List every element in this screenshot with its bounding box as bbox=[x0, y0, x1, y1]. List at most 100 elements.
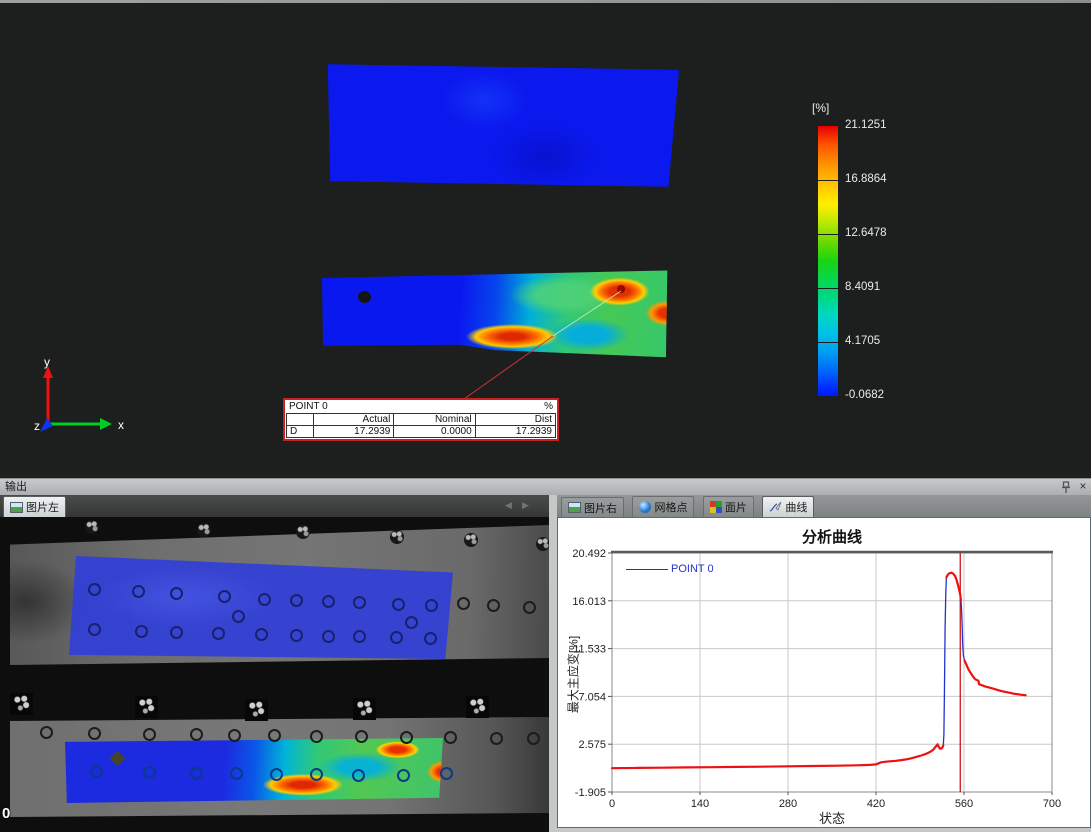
curve-icon bbox=[769, 501, 782, 513]
dot-marker bbox=[400, 731, 413, 744]
tab-facets[interactable]: 面片 bbox=[703, 496, 754, 517]
coded-target bbox=[85, 520, 99, 534]
coded-target-square bbox=[135, 696, 158, 718]
row-label: D bbox=[287, 426, 314, 438]
point0-table-unit: % bbox=[544, 401, 553, 413]
point0-marker[interactable] bbox=[617, 285, 625, 293]
colorbar-tick-label: -0.0682 bbox=[845, 389, 884, 401]
image-icon bbox=[10, 502, 23, 513]
camera-image-left[interactable]: 0 bbox=[0, 517, 549, 832]
bottom-dock: 图片左 ◀ ▶ 0 图片右 bbox=[0, 495, 1091, 832]
frame-index-label: 0 bbox=[2, 805, 10, 822]
dot-marker bbox=[143, 766, 156, 779]
dot-marker bbox=[90, 765, 103, 778]
strain-overlay-lower bbox=[65, 738, 443, 803]
dot-marker bbox=[290, 629, 303, 642]
specimen-top-strain-map bbox=[326, 63, 679, 188]
dot-marker bbox=[322, 595, 335, 608]
dot-marker bbox=[487, 599, 500, 612]
dot-marker bbox=[270, 768, 283, 781]
dot-marker bbox=[290, 594, 303, 607]
tab-image-left-label: 图片左 bbox=[26, 499, 59, 515]
point0-table-title: POINT 0 bbox=[289, 401, 328, 413]
dot-marker bbox=[228, 729, 241, 742]
dot-marker bbox=[310, 730, 323, 743]
dot-marker bbox=[258, 593, 271, 606]
right-tab-strip: 图片右 网格点 面片 曲线 bbox=[557, 495, 1091, 517]
tab-facets-label: 面片 bbox=[725, 499, 747, 515]
coded-target bbox=[197, 523, 211, 537]
tab-scroll-left-icon[interactable]: ◀ bbox=[505, 500, 512, 511]
close-icon[interactable]: × bbox=[1077, 479, 1089, 495]
tab-curve[interactable]: 曲线 bbox=[762, 496, 814, 517]
value-nominal: 0.0000 bbox=[394, 426, 475, 438]
colorbar-tick-line bbox=[818, 288, 838, 289]
point0-annotation-table: POINT 0 % Actual Nominal Dist D 17.2939 … bbox=[283, 398, 559, 441]
colorbar-tick-line bbox=[818, 180, 838, 181]
image-icon bbox=[568, 502, 581, 513]
left-image-panel: 图片左 ◀ ▶ 0 bbox=[0, 495, 549, 832]
specimen-hole bbox=[358, 291, 371, 303]
dot-marker bbox=[230, 767, 243, 780]
viewport-3d[interactable]: [%] 21.125116.886412.64788.40914.1705-0.… bbox=[0, 0, 1091, 478]
dot-marker bbox=[353, 630, 366, 643]
chart-x-axis-label: 状态 bbox=[612, 808, 1052, 827]
grid-points-icon bbox=[639, 501, 651, 513]
tab-curve-label: 曲线 bbox=[785, 499, 807, 515]
tab-scroll-right-icon[interactable]: ▶ bbox=[522, 500, 529, 511]
colorbar bbox=[818, 126, 838, 396]
col-header-actual: Actual bbox=[314, 414, 394, 426]
colorbar-tick-label: 16.8864 bbox=[845, 173, 887, 185]
axis-x-label: x bbox=[118, 418, 124, 432]
coded-target-square bbox=[466, 696, 489, 718]
plot-border bbox=[612, 553, 1052, 792]
dot-marker bbox=[190, 767, 203, 780]
dot-marker bbox=[190, 728, 203, 741]
dot-marker bbox=[170, 587, 183, 600]
analysis-chart[interactable]: 分析曲线 最大主应变[%] 状态 POINT 0 014028042056070… bbox=[557, 517, 1091, 828]
dot-marker bbox=[212, 627, 225, 640]
axis-y-label: y bbox=[44, 356, 50, 369]
dot-marker bbox=[425, 599, 438, 612]
dot-marker bbox=[132, 585, 145, 598]
coded-target bbox=[464, 533, 478, 547]
dot-marker bbox=[352, 769, 365, 782]
dot-marker bbox=[268, 729, 281, 742]
tab-grid-points[interactable]: 网格点 bbox=[632, 496, 694, 517]
dot-marker bbox=[355, 730, 368, 743]
colorbar-tick-label: 12.6478 bbox=[845, 227, 887, 239]
y-tick-label: 20.492 bbox=[572, 548, 606, 560]
dot-marker bbox=[457, 597, 470, 610]
dot-marker bbox=[218, 590, 231, 603]
legend-series-name: POINT 0 bbox=[671, 563, 714, 575]
window-top-strip bbox=[0, 0, 1091, 3]
dot-marker bbox=[88, 727, 101, 740]
value-actual: 17.2939 bbox=[314, 426, 394, 438]
col-header-nominal: Nominal bbox=[394, 414, 475, 426]
axis-z-label: z bbox=[34, 419, 40, 433]
coded-target bbox=[536, 537, 549, 551]
dot-marker bbox=[490, 732, 503, 745]
chart-y-axis-label: 最大主应变[%] bbox=[565, 600, 582, 750]
output-panel-title: 输出 bbox=[5, 479, 27, 495]
dot-marker bbox=[440, 767, 453, 780]
series-line-measured bbox=[946, 573, 961, 600]
tab-image-right[interactable]: 图片右 bbox=[561, 497, 624, 518]
left-tab-strip: 图片左 ◀ ▶ bbox=[0, 495, 549, 517]
col-header-dist: Dist bbox=[475, 414, 555, 426]
dot-marker bbox=[88, 623, 101, 636]
specimen-bottom-strain-map bbox=[322, 270, 668, 360]
colorbar-tick-line bbox=[818, 234, 838, 235]
dot-marker bbox=[255, 628, 268, 641]
dot-marker bbox=[523, 601, 536, 614]
colorbar-tick-label: 21.1251 bbox=[845, 119, 887, 131]
coded-target-square bbox=[245, 699, 268, 721]
dot-marker bbox=[397, 769, 410, 782]
coded-target-square bbox=[10, 693, 33, 715]
dot-marker bbox=[444, 731, 457, 744]
y-tick-label: 7.054 bbox=[578, 691, 606, 703]
tab-image-left[interactable]: 图片左 bbox=[3, 496, 66, 517]
pin-icon[interactable] bbox=[1060, 481, 1072, 494]
chart-legend: POINT 0 bbox=[626, 563, 714, 575]
value-dist: 17.2939 bbox=[475, 426, 555, 438]
